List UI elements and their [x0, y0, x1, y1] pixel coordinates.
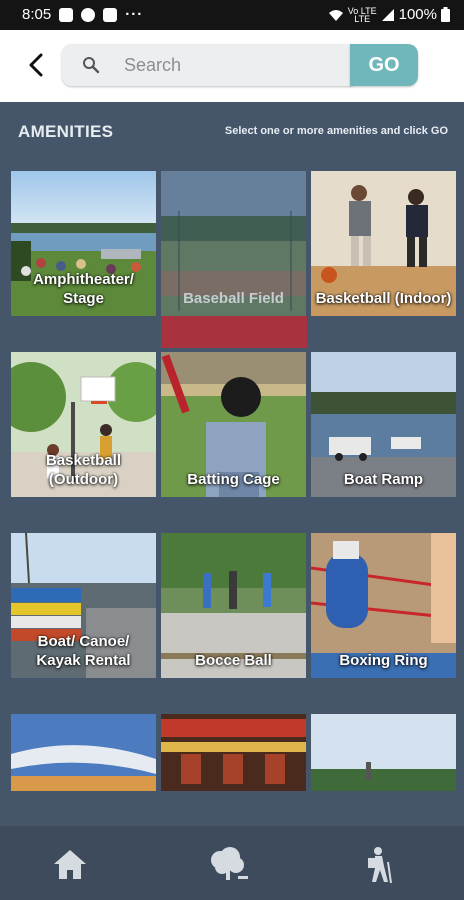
- more-notifications-icon: ···: [125, 6, 144, 23]
- nav-trails[interactable]: [362, 846, 402, 884]
- section-title: AMENITIES: [18, 122, 114, 141]
- search-header: Search GO: [0, 30, 464, 102]
- search-icon: [83, 57, 100, 74]
- amenity-tile-row4-a[interactable]: [11, 714, 156, 791]
- network-type: Vo LTE LTE: [348, 6, 377, 24]
- amenity-tile-amphitheater[interactable]: Amphitheater/ Stage: [11, 171, 156, 316]
- park-sky-photo: [311, 714, 456, 791]
- amenity-tile-bocce-ball[interactable]: Bocce Ball: [161, 533, 306, 678]
- amenity-label: Basketball (Outdoor): [45, 452, 122, 488]
- amenity-label: Boat Ramp: [343, 471, 424, 488]
- amenity-tile-row4-c[interactable]: [311, 714, 456, 791]
- amenity-label: Baseball Field: [183, 290, 284, 307]
- section-hint: Select one or more amenities and click G…: [224, 125, 448, 137]
- amenity-grid: Amphitheater/ Stage Baseball Field Baske…: [11, 171, 457, 791]
- search-placeholder: Search: [124, 55, 182, 75]
- status-bar: 8:05 ··· Vo LTE LTE 100%: [0, 0, 464, 30]
- youtube-icon: [103, 7, 118, 22]
- battery-level: 100%: [398, 6, 437, 23]
- amenity-label: Batting Cage: [187, 471, 280, 488]
- amenity-tile-basketball-outdoor[interactable]: Basketball (Outdoor): [11, 352, 156, 497]
- tree-icon: [211, 847, 248, 880]
- go-button[interactable]: GO: [350, 44, 418, 86]
- amenity-label: Amphitheater/ Stage: [33, 271, 134, 307]
- nav-parks[interactable]: [206, 846, 248, 882]
- amenity-tile-boat-rental[interactable]: Boat/ Canoe/ Kayak Rental: [11, 533, 156, 678]
- battery-icon: [441, 7, 450, 22]
- amenity-label: Basketball (Indoor): [315, 290, 452, 307]
- back-arrow-icon: [29, 53, 43, 77]
- home-icon: [54, 850, 86, 879]
- amenity-tile-boxing-ring[interactable]: Boxing Ring: [311, 533, 456, 678]
- amenity-label: Bocce Ball: [195, 652, 272, 669]
- amenity-tile-baseball-field[interactable]: Baseball Field: [161, 171, 306, 316]
- whatsapp-icon: [81, 7, 96, 22]
- amenity-label: Boxing Ring: [339, 652, 428, 669]
- hiker-icon: [368, 847, 392, 884]
- selected-indicator: [161, 316, 307, 348]
- amenity-tile-boat-ramp[interactable]: Boat Ramp: [311, 352, 456, 497]
- sky-clouds-photo: [11, 714, 156, 791]
- amenity-tile-row4-b[interactable]: [161, 714, 306, 791]
- amenity-tile-batting-cage[interactable]: Batting Cage: [161, 352, 306, 497]
- amenity-label: Boat/ Canoe/ Kayak Rental: [36, 633, 131, 669]
- carousel-photo: [161, 714, 306, 791]
- wifi-icon: [328, 9, 343, 21]
- image-notification-icon: [59, 7, 74, 22]
- back-button[interactable]: [22, 50, 52, 80]
- status-time: 8:05: [22, 6, 52, 23]
- signal-icon: [381, 8, 394, 21]
- search-input[interactable]: Search: [62, 44, 352, 86]
- amenity-tile-basketball-indoor[interactable]: Basketball (Indoor): [311, 171, 456, 316]
- nav-home[interactable]: [50, 846, 90, 882]
- bottom-navigation: [0, 826, 464, 900]
- network-bottom: LTE: [354, 13, 371, 24]
